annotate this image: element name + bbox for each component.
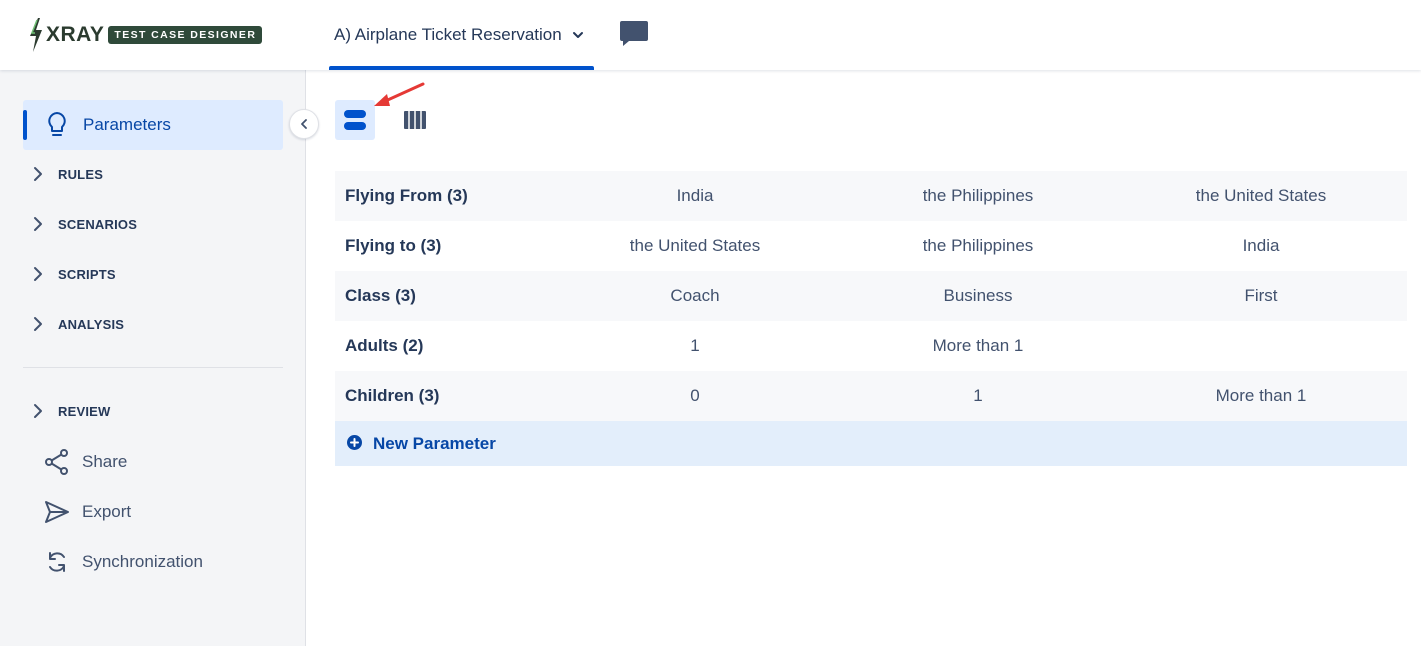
parameter-value: 0 (690, 386, 700, 405)
chevron-left-icon (301, 119, 307, 129)
lightbulb-icon (48, 112, 66, 136)
sidebar-section-label: SCRIPTS (58, 266, 116, 282)
sidebar-item-share[interactable]: Share (44, 445, 127, 479)
parameter-value: the United States (1195, 186, 1327, 205)
annotation-arrow-icon (374, 82, 425, 106)
parameter-value: the Philippines (922, 236, 1034, 255)
parameter-value: 1 (973, 386, 983, 405)
parameter-value: First (1244, 286, 1278, 305)
chevron-right-icon (34, 404, 42, 418)
sidebar-section-label: ANALYSIS (58, 316, 125, 332)
sidebar: Parameters RULES SCENARIOS SCRIPTS ANALY… (0, 70, 306, 646)
sidebar-item-parameters[interactable]: Parameters (23, 100, 283, 150)
parameter-name: Flying to (3) (345, 236, 442, 255)
parameter-name: Class (3) (345, 286, 416, 305)
chevron-right-icon (34, 317, 42, 331)
sidebar-section-label: REVIEW (58, 403, 111, 419)
sidebar-divider (23, 367, 283, 368)
sidebar-item-label: Parameters (83, 115, 171, 134)
plus-circle-icon (347, 435, 362, 450)
share-icon (45, 449, 68, 475)
parameter-name: Adults (2) (345, 336, 424, 355)
parameter-value: the Philippines (922, 186, 1034, 205)
parameter-row-flying-to[interactable]: Flying to (3) the United States the Phil… (335, 221, 1407, 271)
sidebar-item-label: Export (82, 502, 132, 521)
parameter-value: More than 1 (1215, 386, 1307, 405)
chevron-right-icon (34, 167, 42, 181)
sync-icon (49, 552, 65, 572)
new-parameter-label: New Parameter (373, 434, 496, 453)
rows-view-icon (344, 110, 366, 130)
parameter-row-children[interactable]: Children (3) 0 1 More than 1 (335, 371, 1407, 421)
sidebar-item-export[interactable]: Export (44, 495, 131, 529)
sidebar-section-analysis[interactable]: ANALYSIS (30, 309, 124, 339)
parameter-name: Flying From (3) (345, 186, 468, 205)
project-selector-tab[interactable]: A) Airplane Ticket Reservation (329, 0, 594, 70)
project-title: A) Airplane Ticket Reservation (334, 25, 562, 44)
parameter-value: the United States (629, 236, 761, 255)
top-bar: XRAY TEST CASE DESIGNER A) Airplane Tick… (0, 0, 1421, 70)
parameter-row-adults[interactable]: Adults (2) 1 More than 1 (335, 321, 1407, 371)
chat-icon[interactable] (619, 19, 649, 47)
logo-subtitle: TEST CASE DESIGNER (108, 26, 263, 44)
logo-text: XRAY (46, 23, 105, 46)
parameter-value: 1 (690, 336, 700, 355)
sidebar-section-scripts[interactable]: SCRIPTS (30, 259, 116, 289)
collapse-sidebar-button[interactable] (289, 109, 319, 139)
sidebar-section-rules[interactable]: RULES (30, 159, 103, 189)
sidebar-section-label: RULES (58, 166, 104, 182)
parameter-name: Children (3) (345, 386, 440, 405)
sidebar-section-scenarios[interactable]: SCENARIOS (30, 209, 137, 239)
parameter-value: Business (943, 286, 1013, 305)
sidebar-section-review[interactable]: REVIEW (30, 396, 110, 426)
app-logo[interactable]: XRAY TEST CASE DESIGNER (28, 18, 263, 52)
parameter-row-class[interactable]: Class (3) Coach Business First (335, 271, 1407, 321)
parameter-value: India (1242, 236, 1280, 255)
chevron-down-icon (572, 32, 583, 38)
chevron-right-icon (34, 267, 42, 281)
sidebar-item-label: Share (82, 452, 128, 471)
chevron-right-icon (34, 217, 42, 231)
send-icon (45, 501, 69, 523)
sidebar-item-synchronization[interactable]: Synchronization (44, 545, 203, 579)
bolt-icon (30, 18, 42, 52)
parameter-value: India (676, 186, 714, 205)
active-indicator (23, 110, 27, 140)
parameter-value: Coach (670, 286, 720, 305)
sidebar-item-label: Synchronization (82, 552, 203, 571)
parameter-value: More than 1 (932, 336, 1024, 355)
parameters-table: Flying From (3) India the Philippines th… (335, 171, 1407, 466)
active-tab-indicator (329, 66, 594, 70)
parameter-row-flying-from[interactable]: Flying From (3) India the Philippines th… (335, 171, 1407, 221)
new-parameter-button[interactable]: New Parameter (335, 421, 1407, 466)
columns-view-icon (404, 111, 426, 129)
list-view-toggle[interactable] (335, 100, 375, 140)
sidebar-section-label: SCENARIOS (58, 216, 138, 232)
